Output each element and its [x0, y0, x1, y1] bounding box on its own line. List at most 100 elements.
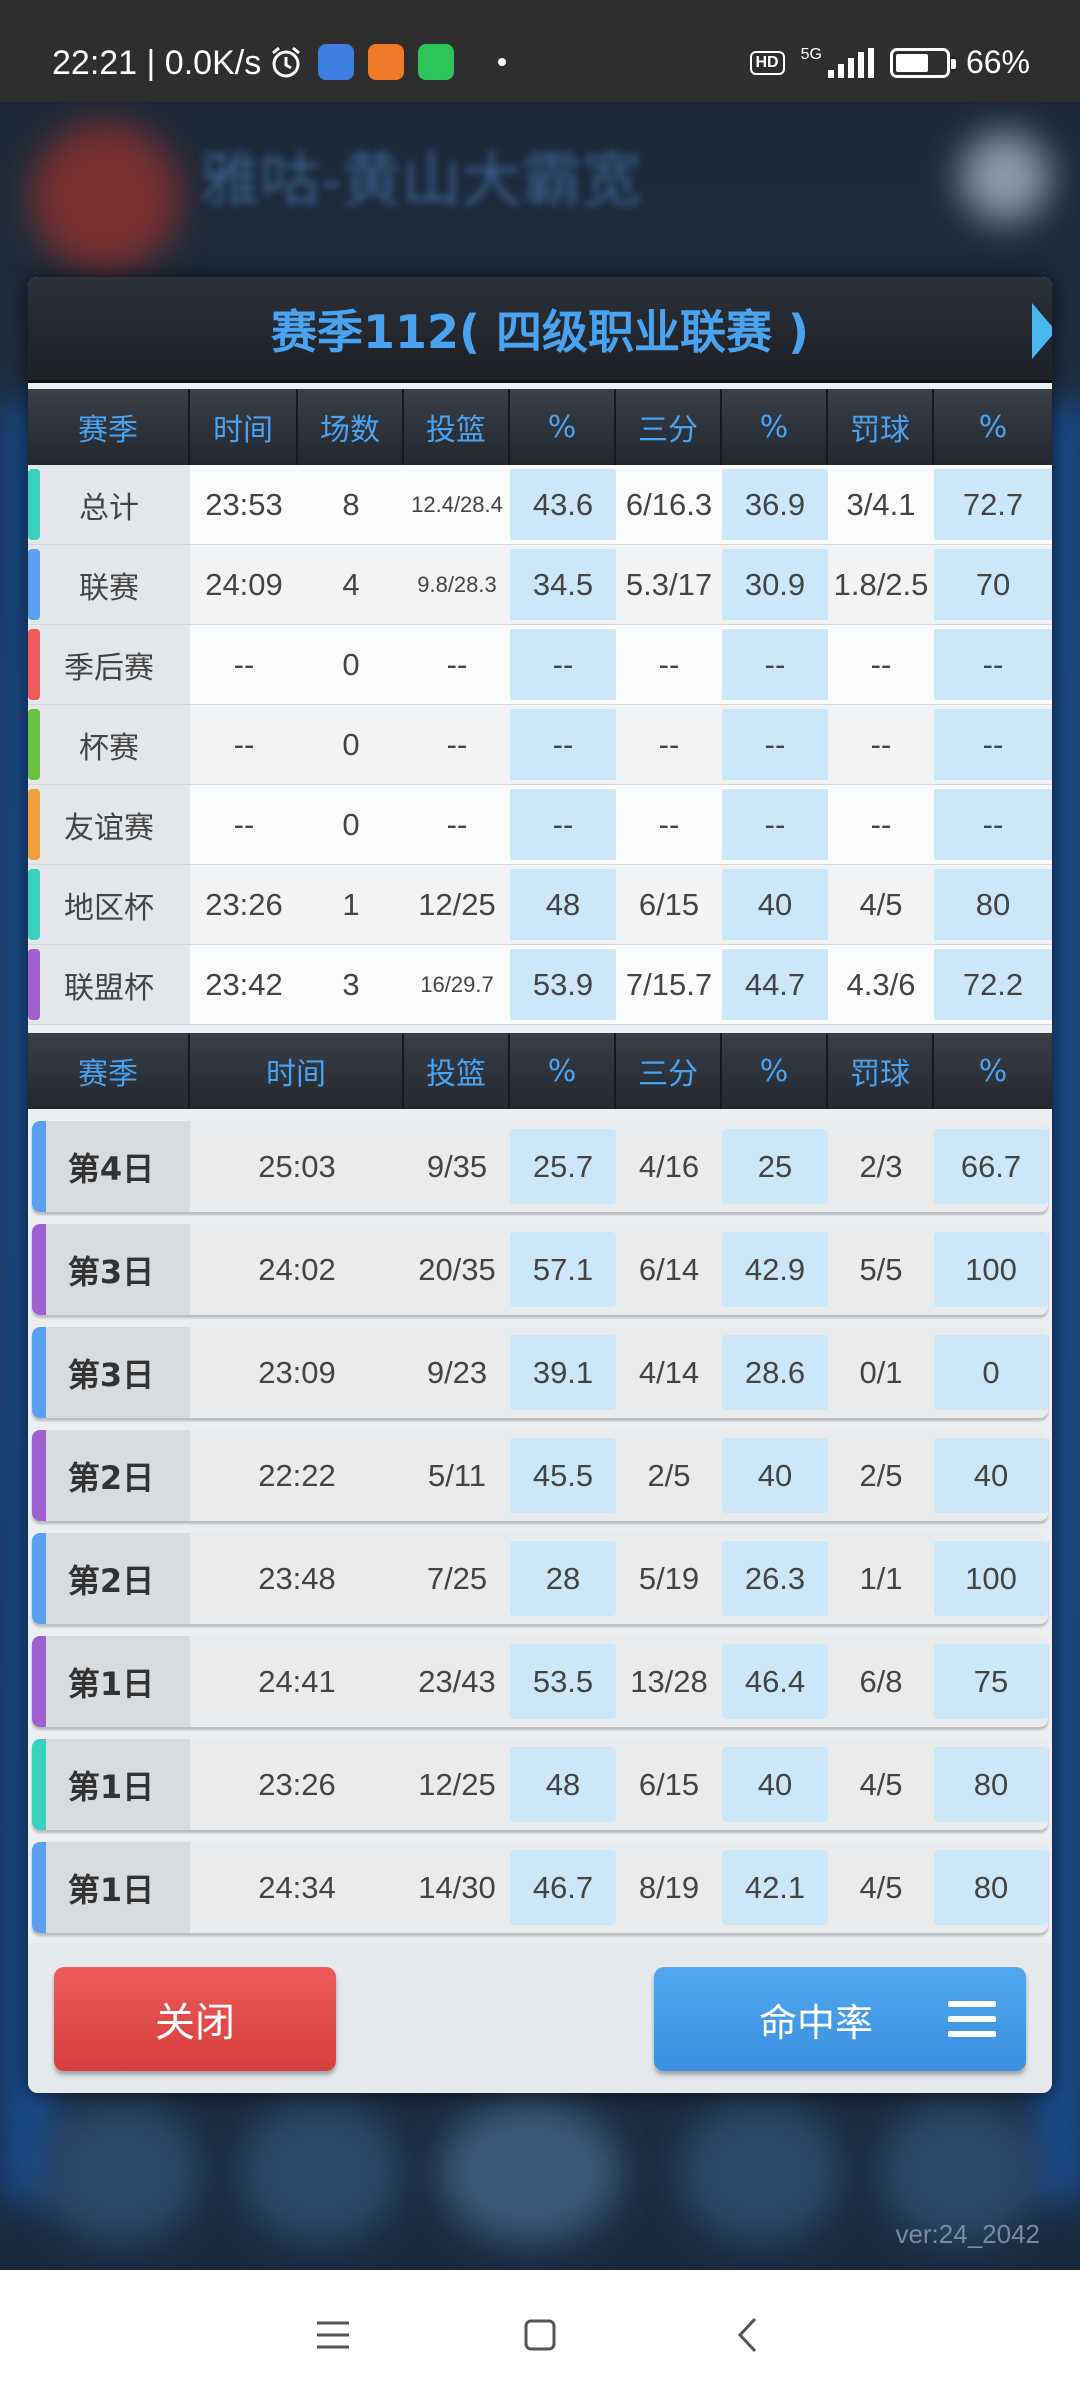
table-cell: 第1日 [32, 1636, 190, 1727]
back-button[interactable] [717, 2305, 777, 2365]
table-cell: 44.7 [722, 949, 828, 1020]
table-cell: 第3日 [32, 1224, 190, 1315]
table-row[interactable]: 总计 23:53 8 12.4/28.4 43.6 6/16.3 36.9 3/4.1 72.7 [28, 465, 1052, 545]
table-row[interactable]: 联盟杯 23:42 3 16/29.7 53.9 7/15.7 44.7 4.3/6 72.2 [28, 945, 1052, 1025]
table-cell: 6/16.3 [625, 486, 713, 522]
table-cell: -- [722, 789, 828, 860]
bg-nav-blur [40, 2102, 200, 2242]
list-item[interactable]: 第1日 24:41 23/43 53.5 13/28 46.4 6/8 75 [32, 1636, 1048, 1727]
table-cell: 季后赛 [28, 625, 190, 704]
menu-icon [948, 2001, 996, 2037]
table-cell: -- [934, 629, 1052, 700]
row-accent [32, 1121, 46, 1212]
table-cell: 13/28 [630, 1663, 708, 1699]
square-icon [524, 2319, 556, 2351]
column-header: 三分 [616, 389, 722, 465]
list-item[interactable]: 第1日 23:26 12/25 48 6/15 40 4/5 80 [32, 1739, 1048, 1830]
table-row[interactable]: 地区杯 23:26 1 12/25 48 6/15 40 4/5 80 [28, 865, 1052, 945]
table-cell: 联盟杯 [28, 945, 190, 1024]
table-cell: 7/25 [426, 1560, 488, 1596]
table-cell: 第2日 [32, 1533, 190, 1624]
dialog-header: 赛季112( 四级职业联赛 ) [28, 277, 1052, 383]
table-cell: 75 [934, 1644, 1048, 1719]
table-row[interactable]: 季后赛 -- 0 -- -- -- -- -- -- [28, 625, 1052, 705]
row-accent [32, 1533, 46, 1624]
table-cell: 6/8 [859, 1663, 903, 1699]
table-cell: -- [934, 709, 1052, 780]
table-cell: 26.3 [722, 1541, 828, 1616]
list-item[interactable]: 第1日 24:34 14/30 46.7 8/19 42.1 4/5 80 [32, 1842, 1048, 1933]
row-accent [32, 1739, 46, 1830]
table-cell: 6/15 [638, 886, 700, 922]
table-cell: 24:02 [258, 1251, 336, 1287]
game-log-header: 赛季 时间 投篮% 三分% 罚球% [28, 1033, 1052, 1109]
table-cell: -- [658, 806, 680, 842]
row-accent [32, 1636, 46, 1727]
table-cell: 8 [342, 486, 360, 522]
table-cell: 友谊赛 [28, 785, 190, 864]
table-cell: 1/1 [859, 1560, 903, 1596]
table-cell: -- [870, 806, 892, 842]
table-cell: 4/5 [859, 886, 903, 922]
table-cell: 9/35 [426, 1148, 488, 1184]
hd-icon: HD [749, 50, 785, 75]
table-cell: -- [446, 726, 468, 762]
table-cell: 23:09 [258, 1354, 336, 1390]
table-cell: 40 [934, 1438, 1048, 1513]
table-cell: -- [870, 646, 892, 682]
table-cell: 1 [342, 886, 360, 922]
table-cell: 20/35 [418, 1251, 496, 1287]
season-summary-table: 总计 23:53 8 12.4/28.4 43.6 6/16.3 36.9 3/4.1 72.7… [28, 465, 1052, 1025]
bg-nav-blur [240, 2102, 400, 2242]
table-cell: 23:26 [205, 886, 283, 922]
column-header: % [722, 1033, 828, 1109]
table-cell: 14/30 [418, 1869, 496, 1905]
column-header: 罚球 [828, 389, 934, 465]
table-row[interactable]: 杯赛 -- 0 -- -- -- -- -- -- [28, 705, 1052, 785]
table-cell: 第2日 [32, 1430, 190, 1521]
table-cell: 40 [722, 1747, 828, 1822]
row-accent [28, 949, 40, 1020]
close-button[interactable]: 关闭 [54, 1967, 336, 2071]
row-accent [28, 629, 40, 700]
table-cell: 12.4/28.4 [411, 491, 503, 517]
recent-apps-button[interactable] [303, 2305, 363, 2365]
table-cell: 66.7 [934, 1129, 1048, 1204]
list-item[interactable]: 第4日 25:03 9/35 25.7 4/16 25 2/3 66.7 [32, 1121, 1048, 1212]
home-button[interactable] [510, 2305, 570, 2365]
table-cell: 23:48 [258, 1560, 336, 1596]
table-cell: -- [510, 789, 616, 860]
list-item[interactable]: 第3日 23:09 9/23 39.1 4/14 28.6 0/1 0 [32, 1327, 1048, 1418]
dialog-title: 赛季112( 四级职业联赛 ) [270, 304, 810, 359]
table-row[interactable]: 联赛 24:09 4 9.8/28.3 34.5 5.3/17 30.9 1.8/2.5 70 [28, 545, 1052, 625]
table-cell: 5/19 [638, 1560, 700, 1596]
network-type: 5G [800, 45, 822, 63]
table-cell: 23/43 [418, 1663, 496, 1699]
system-nav-bar [0, 2270, 1080, 2400]
chevron-right-icon[interactable] [1032, 303, 1052, 359]
list-item[interactable]: 第3日 24:02 20/35 57.1 6/14 42.9 5/5 100 [32, 1224, 1048, 1315]
table-cell: 12/25 [418, 1766, 496, 1802]
battery-icon [889, 47, 956, 78]
season-stats-dialog: 赛季112( 四级职业联赛 ) 赛季 时间 场数 投篮% 三分% 罚球% 总计 23:53 8… [28, 277, 1052, 2093]
hit-rate-button[interactable]: 命中率 [654, 1967, 1026, 2071]
table-cell: 36.9 [722, 469, 828, 540]
table-cell: 4/14 [638, 1354, 700, 1390]
list-item[interactable]: 第2日 22:22 5/11 45.5 2/5 40 2/5 40 [32, 1430, 1048, 1521]
wechat-icon [418, 44, 454, 80]
table-cell: -- [233, 806, 255, 842]
table-cell: 4/5 [859, 1869, 903, 1905]
table-cell: 3/4.1 [846, 486, 916, 522]
table-cell: 25:03 [258, 1148, 336, 1184]
table-cell: 28 [510, 1541, 616, 1616]
column-header: 投篮 [404, 1033, 510, 1109]
row-accent [28, 469, 40, 540]
table-cell: 第3日 [32, 1327, 190, 1418]
status-time: 22:21 | 0.0K/s [52, 44, 262, 82]
table-row[interactable]: 友谊赛 -- 0 -- -- -- -- -- -- [28, 785, 1052, 865]
column-header: 投篮 [404, 389, 510, 465]
row-accent [28, 709, 40, 780]
table-cell: -- [722, 629, 828, 700]
list-item[interactable]: 第2日 23:48 7/25 28 5/19 26.3 1/1 100 [32, 1533, 1048, 1624]
table-cell: 联赛 [28, 545, 190, 624]
